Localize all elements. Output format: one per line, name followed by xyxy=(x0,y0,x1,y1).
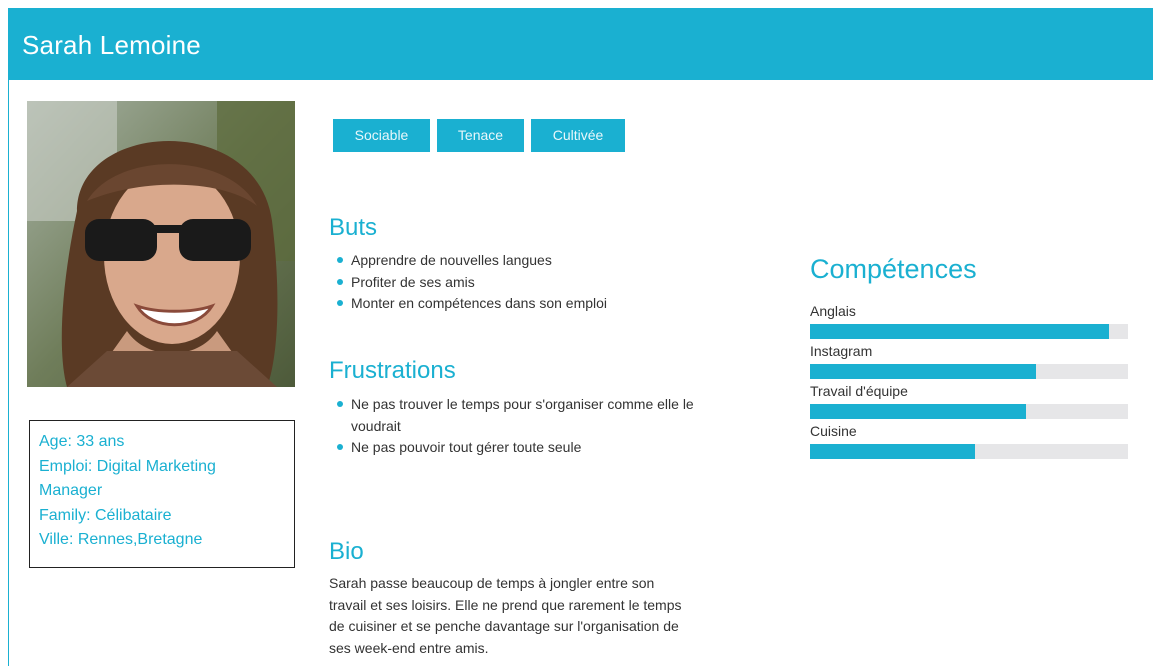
skill-fill xyxy=(810,404,1027,419)
skill-fill xyxy=(810,324,1109,339)
skill-bar-travail xyxy=(810,404,1128,419)
trait-tags: Sociable Tenace Cultivée xyxy=(333,119,625,152)
skill-fill xyxy=(810,364,1036,379)
trait-tag-tenace[interactable]: Tenace xyxy=(437,119,524,152)
skill-bar-instagram xyxy=(810,364,1128,379)
skill-label-travail: Travail d'équipe xyxy=(810,383,908,399)
persona-name: Sarah Lemoine xyxy=(22,30,201,60)
info-job-cont: Manager xyxy=(39,482,103,499)
trait-tag-cultivee[interactable]: Cultivée xyxy=(531,119,625,152)
skill-fill xyxy=(810,444,976,459)
header-bar: Sarah Lemoine xyxy=(8,8,1153,80)
goal-item: Monter en compétences dans son emploi xyxy=(333,293,753,315)
frustration-item: Ne pas pouvoir tout gérer toute seule xyxy=(333,437,733,459)
info-city: Ville: Rennes,Bretagne xyxy=(39,531,203,548)
skill-bar-cuisine xyxy=(810,444,1128,459)
profile-info-box: Age: 33 ans Emploi: Digital Marketing Ma… xyxy=(29,420,295,568)
frustrations-list: Ne pas trouver le temps pour s'organiser… xyxy=(333,394,733,459)
goals-list: Apprendre de nouvelles langues Profiter … xyxy=(333,250,753,315)
info-age: Age: 33 ans xyxy=(39,433,125,450)
skill-label-cuisine: Cuisine xyxy=(810,423,857,439)
info-family: Family: Célibataire xyxy=(39,506,172,524)
bio-text: Sarah passe beaucoup de temps à jongler … xyxy=(329,575,682,656)
skill-label-instagram: Instagram xyxy=(810,343,873,359)
goal-item: Profiter de ses amis xyxy=(333,272,753,294)
profile-photo xyxy=(27,101,295,387)
skills-title: Compétences xyxy=(810,254,977,284)
goal-item: Apprendre de nouvelles langues xyxy=(333,250,753,272)
frustration-item: Ne pas trouver le temps pour s'organiser… xyxy=(333,394,733,437)
frustrations-title: Frustrations xyxy=(329,357,456,384)
goals-title: Buts xyxy=(329,214,378,241)
trait-tag-sociable[interactable]: Sociable xyxy=(333,119,430,152)
bio-title: Bio xyxy=(329,538,364,565)
skill-label-anglais: Anglais xyxy=(810,303,856,319)
skill-bar-anglais xyxy=(810,324,1128,339)
info-job: Emploi: Digital Marketing xyxy=(39,457,216,475)
